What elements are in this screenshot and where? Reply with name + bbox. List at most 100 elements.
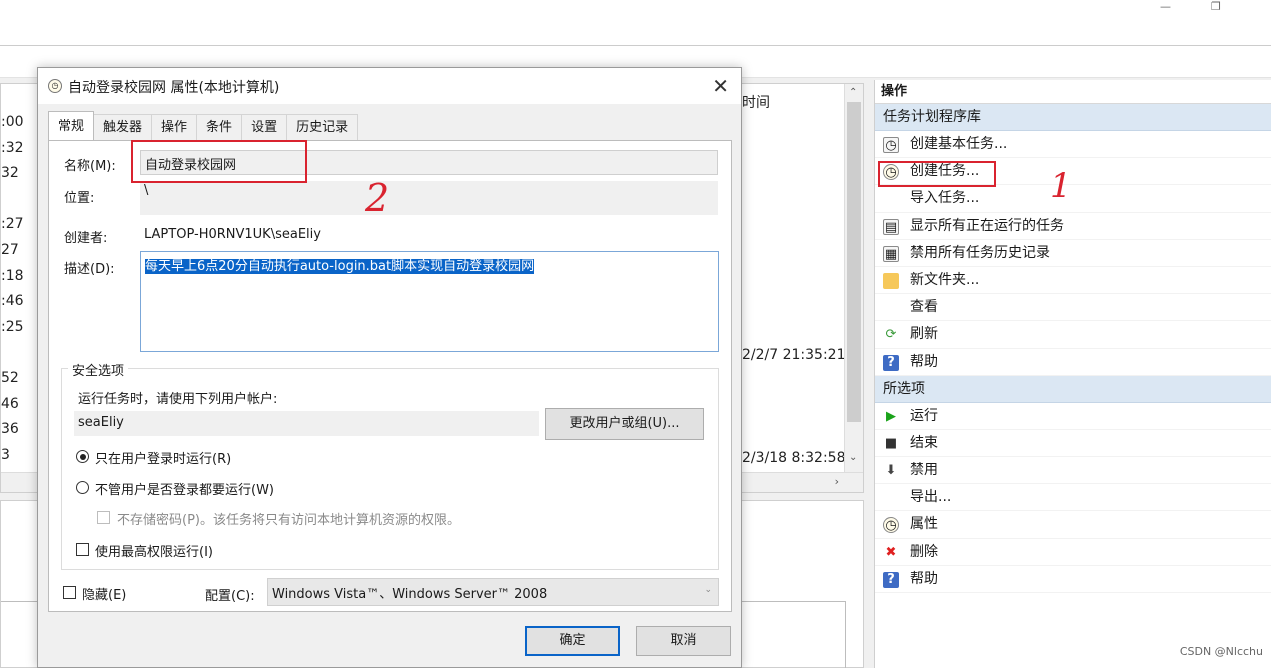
highest-privileges-label[interactable]: 使用最高权限运行(I) [95,541,213,560]
radio-run-always[interactable] [76,481,89,494]
action-item-label: 查看 [910,299,938,316]
action-item-label: 导出... [910,489,952,506]
checkbox-highest-privileges[interactable] [76,543,89,556]
action-item-label: 删除 [910,543,938,560]
scroll-up-icon[interactable]: ⌃ [849,87,857,98]
action-item[interactable]: 导出... [875,484,1271,512]
config-selected-value: Windows Vista™、Windows Server™ 2008 [272,587,548,602]
action-item[interactable]: ⬇ 禁用 [875,457,1271,485]
task-time-cell: :00 [1,114,24,130]
user-account-value: seaEliy [74,411,539,436]
action-item-label: 结束 [910,434,938,451]
help-icon: ? [883,354,899,371]
scroll-right-icon[interactable]: › [835,475,839,488]
task-time-cell: 27 [1,241,19,258]
task-time-cell [1,191,31,217]
radio-run-logged-on-label[interactable]: 只在用户登录时运行(R) [95,448,231,467]
description-textarea[interactable]: 每天早上6点20分自动执行auto-login.bat脚本实现自动登录校园网 [140,251,719,352]
checkbox-no-store-password [97,511,110,524]
folder-icon [883,272,899,289]
tab-conditions[interactable]: 条件 [196,114,243,140]
radio-run-logged-on[interactable] [76,450,89,463]
author-label: 创建者: [64,231,108,246]
history-icon: ▦ [883,245,899,262]
scrollbar-thumb[interactable] [847,102,861,422]
tab-settings[interactable]: 设置 [241,114,288,140]
annotation-box-create-task [878,161,996,187]
description-selected-text: 每天早上6点20分自动执行auto-login.bat脚本实现自动登录校园网 [145,259,535,274]
action-item[interactable]: ▤ 显示所有正在运行的任务 [875,213,1271,240]
action-item-label: 新文件夹... [910,271,980,288]
properties-dialog: ◷ 自动登录校园网 属性(本地计算机) ✕ 常规 触发器 操作 条件 设置 历史… [37,67,742,668]
hidden-label[interactable]: 隐藏(E) [82,584,126,603]
run-icon: ▶ [886,408,896,424]
ok-button[interactable]: 确定 [525,626,620,656]
action-item-label: 属性 [910,516,938,533]
task-time-cell: :27 [1,216,24,233]
action-item-label: 帮助 [910,570,938,587]
config-select[interactable]: Windows Vista™、Windows Server™ 2008 ⌄ [267,578,719,606]
minimize-icon[interactable]: — [1160,0,1171,13]
section-task-library[interactable]: 任务计划程序库 [875,104,1271,131]
refresh-icon: ⟳ [885,327,897,343]
radio-run-always-label[interactable]: 不管用户是否登录都要运行(W) [95,479,274,498]
restore-icon[interactable]: ❐ [1211,0,1221,13]
action-item-label: 禁用 [910,462,938,479]
action-item[interactable]: ◷ 属性 [875,511,1271,539]
annotation-number-2: 2 [365,176,390,220]
task-time-cell [1,344,31,370]
action-item[interactable]: ⟳ 刷新 [875,321,1271,349]
task-time-cell: 46 [1,395,19,412]
cancel-button[interactable]: 取消 [636,626,731,656]
section-selected-item[interactable]: 所选项 [875,375,1271,403]
action-item-label: 刷新 [910,326,938,343]
help-icon: ? [883,571,899,588]
run-as-prompt: 运行任务时，请使用下列用户帐户: [78,392,278,407]
action-item[interactable]: ✖ 删除 [875,539,1271,566]
location-label: 位置: [64,191,95,206]
checkbox-hidden[interactable] [63,586,76,599]
watermark: CSDN @Nlcchu [1179,645,1263,658]
dialog-tabs: 常规 触发器 操作 条件 设置 历史记录 [48,111,359,140]
action-item[interactable]: ▶ 运行 [875,403,1271,430]
vertical-scrollbar[interactable]: ⌃ ⌄ [844,84,863,472]
stop-icon: ■ [884,435,898,451]
tab-general[interactable]: 常规 [48,111,95,140]
main-titlebar: — ❐ [0,0,1271,14]
annotation-number-1: 1 [1050,166,1072,206]
task-time-cell: 36 [1,421,19,438]
task-time-cell: :18 [1,267,24,284]
delete-icon: ✖ [885,544,897,560]
scroll-down-icon[interactable]: ⌄ [849,452,857,463]
tab-history[interactable]: 历史记录 [286,114,359,140]
tab-triggers[interactable]: 触发器 [93,114,153,140]
action-item-label: 导入任务... [910,190,980,207]
action-item[interactable]: 新文件夹... [875,267,1271,295]
description-label: 描述(D): [64,262,115,277]
properties-icon: ◷ [883,517,899,534]
close-icon[interactable]: ✕ [712,74,729,98]
general-tab-panel: 名称(M): 自动登录校园网 位置: \ 创建者: LAPTOP-H0RNV1U… [48,140,732,612]
column-header-time[interactable]: 时间 [742,92,770,112]
action-item-label: 帮助 [910,353,938,370]
dialog-title: 自动登录校园网 属性(本地计算机) [68,80,280,96]
action-item[interactable]: 查看 [875,294,1271,322]
action-item[interactable]: ■ 结束 [875,430,1271,458]
task-clock-icon: ◷ [48,79,62,93]
location-value: \ [140,181,718,215]
action-item[interactable]: 导入任务... [875,185,1271,213]
task-time-cell: 3 [1,446,10,463]
action-item-label: 禁用所有任务历史记录 [910,244,1050,261]
task-date-1: 2/2/7 21:35:21 [742,347,846,363]
action-item[interactable]: ? 帮助 [875,566,1271,593]
running-tasks-icon: ▤ [883,218,899,235]
action-item[interactable]: ◷ 创建基本任务... [875,131,1271,159]
action-item[interactable]: ? 帮助 [875,349,1271,376]
action-item-label: 显示所有正在运行的任务 [910,217,1064,234]
change-user-button[interactable]: 更改用户或组(U)... [545,408,704,440]
task-time-cell: :25 [1,318,24,335]
task-time-column: :00:32 32:27 27:18:46:25 52 46 36 3 [1,114,31,472]
task-time-cell: :46 [1,293,24,310]
action-item[interactable]: ▦ 禁用所有任务历史记录 [875,240,1271,267]
tab-actions[interactable]: 操作 [151,114,198,140]
